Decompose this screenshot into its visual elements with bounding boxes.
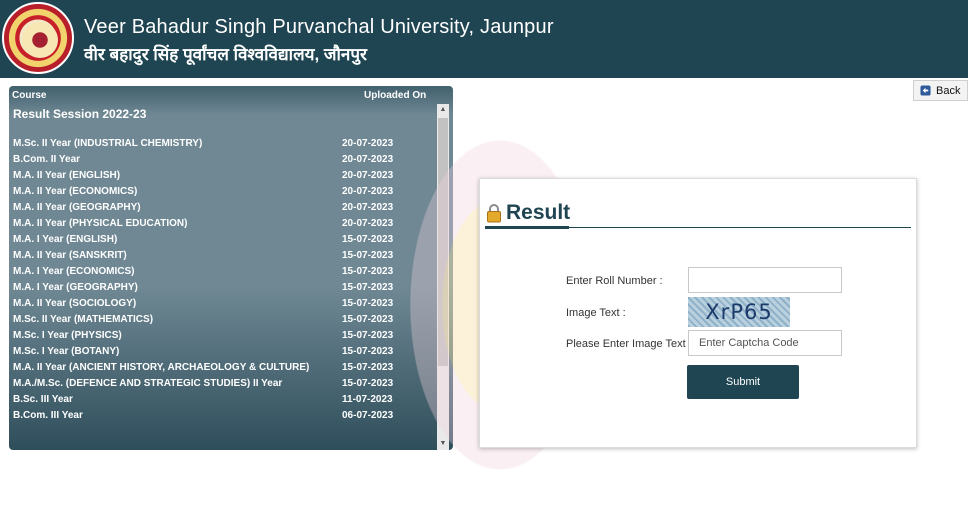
uploaded-date: 15-07-2023 — [342, 378, 394, 389]
university-logo — [2, 2, 74, 74]
uploaded-date: 20-07-2023 — [342, 218, 394, 229]
result-form-title: Result — [486, 201, 570, 225]
column-uploaded-on: Uploaded On — [364, 90, 427, 101]
course-name[interactable]: M.A. I Year (ENGLISH) — [9, 232, 342, 248]
result-title-text: Result — [506, 201, 571, 224]
result-list-item[interactable]: M.A. I Year (ENGLISH) 15-07-2023 — [9, 232, 429, 248]
uploaded-date: 20-07-2023 — [342, 186, 394, 197]
course-name[interactable]: M.A. II Year (ECONOMICS) — [9, 184, 342, 200]
result-list-item[interactable]: M.Sc. II Year (MATHEMATICS) 15-07-2023 — [9, 312, 429, 328]
title-underline — [485, 226, 569, 229]
course-name[interactable]: B.Sc. III Year — [9, 392, 342, 408]
results-list-header: Course Uploaded On — [9, 86, 453, 104]
result-session-heading: Result Session 2022-23 — [13, 107, 147, 121]
result-list-item[interactable]: M.A. II Year (SOCIOLOGY) 15-07-2023 — [9, 296, 429, 312]
course-name[interactable]: M.A. II Year (SOCIOLOGY) — [9, 296, 342, 312]
uploaded-date: 20-07-2023 — [342, 138, 394, 149]
uploaded-date: 20-07-2023 — [342, 154, 394, 165]
lock-icon — [487, 204, 501, 223]
uploaded-date: 15-07-2023 — [342, 346, 394, 357]
result-list-item[interactable]: M.Sc. I Year (PHYSICS) 15-07-2023 — [9, 328, 429, 344]
course-name[interactable]: M.Sc. II Year (MATHEMATICS) — [9, 312, 342, 328]
course-name[interactable]: M.A. II Year (SANSKRIT) — [9, 248, 342, 264]
course-name[interactable]: M.A. II Year (GEOGRAPHY) — [9, 200, 342, 216]
course-name[interactable]: M.Sc. I Year (BOTANY) — [9, 344, 342, 360]
course-name[interactable]: M.A./M.Sc. (DEFENCE AND STRATEGIC STUDIE… — [9, 376, 342, 392]
captcha-input[interactable]: Enter Captcha Code — [688, 330, 842, 356]
university-title-english: Veer Bahadur Singh Purvanchal University… — [84, 16, 554, 38]
image-text-label: Image Text : — [566, 307, 626, 319]
course-name[interactable]: M.A. I Year (GEOGRAPHY) — [9, 280, 342, 296]
captcha-image: XrP65 — [688, 297, 790, 327]
uploaded-date: 15-07-2023 — [342, 266, 394, 277]
result-list-item[interactable]: M.A. I Year (ECONOMICS) 15-07-2023 — [9, 264, 429, 280]
uploaded-date: 11-07-2023 — [342, 394, 393, 405]
result-list-item[interactable]: M.A. II Year (ANCIENT HISTORY, ARCHAEOLO… — [9, 360, 429, 376]
back-arrow-icon — [920, 85, 931, 96]
back-button[interactable]: Back — [913, 80, 968, 101]
site-header: Veer Bahadur Singh Purvanchal University… — [0, 0, 968, 78]
uploaded-date: 20-07-2023 — [342, 170, 394, 181]
result-list-item[interactable]: M.A./M.Sc. (DEFENCE AND STRATEGIC STUDIE… — [9, 376, 429, 392]
result-form-card: Result Enter Roll Number : Image Text : … — [479, 178, 917, 448]
uploaded-date: 06-07-2023 — [342, 410, 394, 421]
scroll-up-icon[interactable]: ▲ — [437, 104, 449, 116]
uploaded-date: 20-07-2023 — [342, 202, 394, 213]
result-list-item[interactable]: M.A. II Year (SANSKRIT) 15-07-2023 — [9, 248, 429, 264]
result-list-item[interactable]: M.A. I Year (GEOGRAPHY) 15-07-2023 — [9, 280, 429, 296]
roll-number-input[interactable] — [688, 267, 842, 293]
course-name[interactable]: M.Sc. I Year (PHYSICS) — [9, 328, 342, 344]
course-name[interactable]: B.Com. III Year — [9, 408, 342, 424]
column-course: Course — [12, 90, 47, 101]
result-list-item[interactable]: M.A. II Year (PHYSICAL EDUCATION) 20-07-2… — [9, 216, 429, 232]
uploaded-date: 15-07-2023 — [342, 250, 394, 261]
captcha-label: Please Enter Image Text : — [566, 338, 692, 350]
result-list-item[interactable]: M.A. II Year (GEOGRAPHY) 20-07-2023 — [9, 200, 429, 216]
course-name[interactable]: M.A. II Year (ENGLISH) — [9, 168, 342, 184]
course-name[interactable]: M.Sc. II Year (INDUSTRIAL CHEMISTRY) — [9, 136, 342, 152]
university-title-hindi: वीर बहादुर सिंह पूर्वांचल विश्वविद्यालय,… — [84, 45, 367, 64]
uploaded-date: 15-07-2023 — [342, 362, 394, 373]
result-list-item[interactable]: M.A. II Year (ECONOMICS) 20-07-2023 — [9, 184, 429, 200]
result-list-item[interactable]: B.Com. III Year 06-07-2023 — [9, 408, 429, 424]
course-name[interactable]: M.A. II Year (ANCIENT HISTORY, ARCHAEOLO… — [9, 360, 342, 376]
course-name[interactable]: B.Com. II Year — [9, 152, 342, 168]
course-name[interactable]: M.A. I Year (ECONOMICS) — [9, 264, 342, 280]
results-list-panel: Course Uploaded On Result Session 2022-2… — [9, 86, 453, 450]
uploaded-date: 15-07-2023 — [342, 234, 394, 245]
result-list-item[interactable]: M.Sc. I Year (BOTANY) 15-07-2023 — [9, 344, 429, 360]
roll-number-label: Enter Roll Number : — [566, 275, 663, 287]
course-name[interactable]: M.A. II Year (PHYSICAL EDUCATION) — [9, 216, 342, 232]
submit-button[interactable]: Submit — [687, 365, 799, 399]
result-list-item[interactable]: M.Sc. II Year (INDUSTRIAL CHEMISTRY) 20-0… — [9, 136, 429, 152]
results-list: M.Sc. II Year (INDUSTRIAL CHEMISTRY) 20-0… — [9, 136, 429, 424]
result-list-item[interactable]: M.A. II Year (ENGLISH) 20-07-2023 — [9, 168, 429, 184]
back-button-label: Back — [936, 84, 961, 97]
result-list-item[interactable]: B.Sc. III Year 11-07-2023 — [9, 392, 429, 408]
uploaded-date: 15-07-2023 — [342, 330, 394, 341]
result-list-item[interactable]: B.Com. II Year 20-07-2023 — [9, 152, 429, 168]
